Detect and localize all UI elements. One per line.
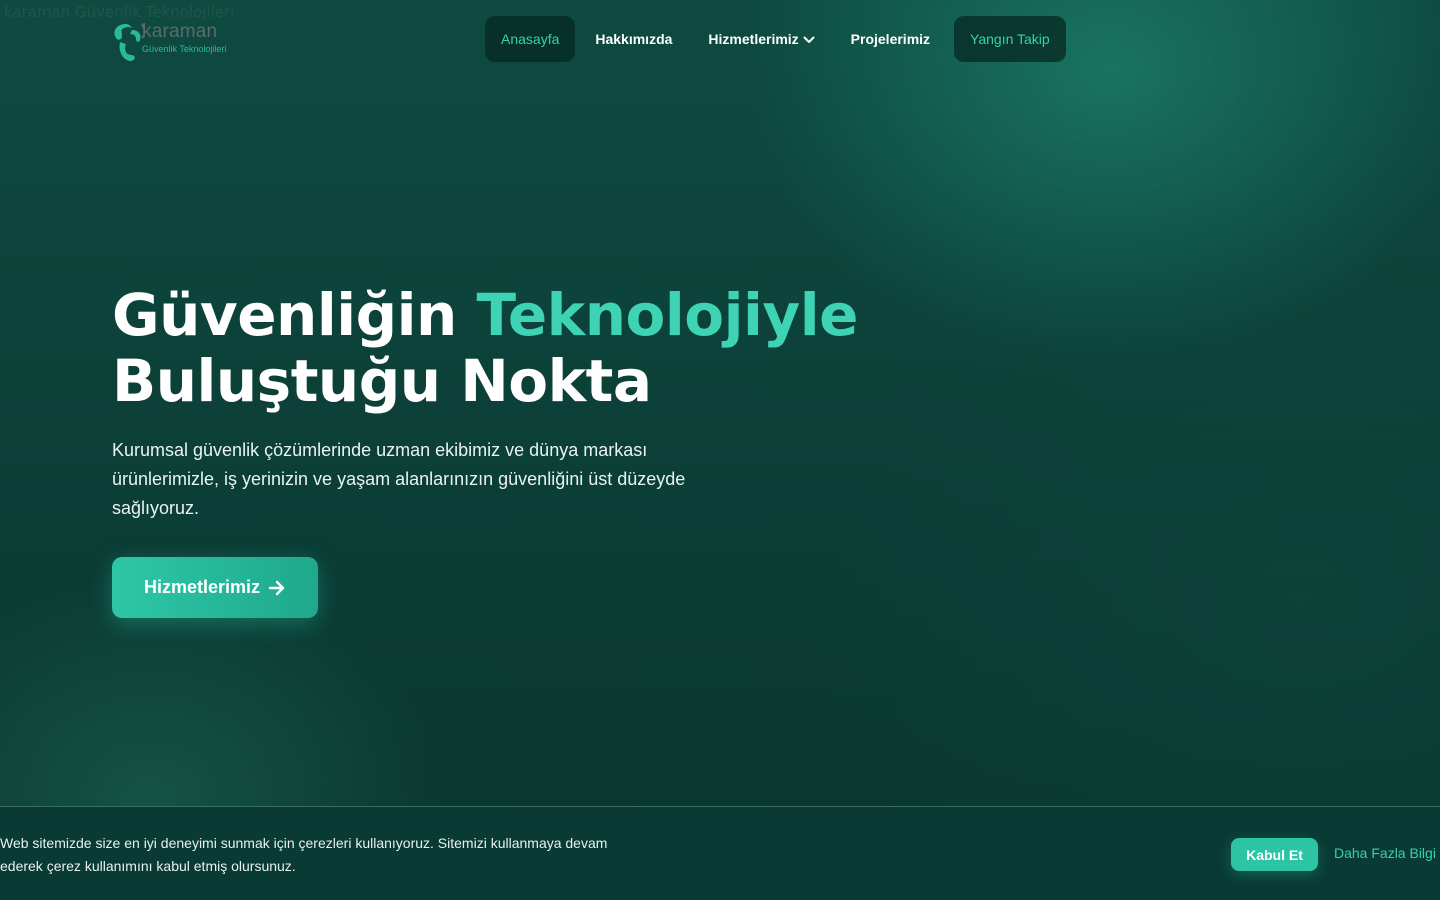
arrow-right-icon (268, 580, 285, 595)
nav-item-hakkimizda[interactable]: Hakkımızda (579, 16, 688, 62)
hero-description: Kurumsal güvenlik çözümlerinde uzman eki… (112, 440, 686, 518)
nav-item-yangin-takip[interactable]: Yangın Takip (954, 16, 1066, 62)
hero-button-label: Hizmetlerimiz (143, 577, 261, 597)
chevron-down-icon (803, 31, 815, 47)
site-logo[interactable]: karaman Güvenlik Teknolojileri (112, 16, 242, 64)
nav-item-label: Anasayfa (501, 31, 560, 47)
hero-title: Güvenliğin Teknolojiyle Buluştuğu Nokta (112, 282, 912, 414)
hizmetlerimiz-button[interactable]: Hizmetlerimiz (112, 557, 318, 618)
cookie-text: Web sitemizde size en iyi deneyimi sunma… (0, 835, 608, 874)
nav-item-label: Projelerimiz (850, 31, 931, 47)
nav-item-label: Hakkımızda (595, 31, 673, 47)
cookie-banner: Web sitemizde size en iyi deneyimi sunma… (0, 806, 1440, 900)
hero-section: Güvenliğin Teknolojiyle Buluştuğu Nokta … (112, 282, 912, 523)
hero-title-part1: Güvenliğin (112, 281, 477, 349)
cookie-more-info-link[interactable]: Daha Fazla Bilgi (1334, 845, 1440, 861)
cookie-accept-button[interactable]: Kabul Et (1231, 838, 1318, 871)
main-navigation: Anasayfa Hakkımızda Hizmetlerimiz Projel… (485, 16, 1070, 62)
logo-tagline: Güvenlik Teknolojileri (142, 44, 227, 54)
hero-title-line2: Buluştuğu Nokta (112, 347, 652, 415)
nav-item-label: Hizmetlerimiz (708, 31, 799, 47)
hero-title-accent: Teknolojiyle (476, 281, 858, 349)
logo-wordmark: karaman (142, 21, 218, 42)
nav-item-projelerimiz[interactable]: Projelerimiz (835, 16, 946, 62)
karaman-logo-swirl-icon (114, 23, 144, 61)
nav-item-hizmetlerimiz[interactable]: Hizmetlerimiz (692, 16, 830, 62)
nav-item-anasayfa[interactable]: Anasayfa (485, 16, 576, 62)
nav-item-label: Yangın Takip (970, 31, 1050, 47)
